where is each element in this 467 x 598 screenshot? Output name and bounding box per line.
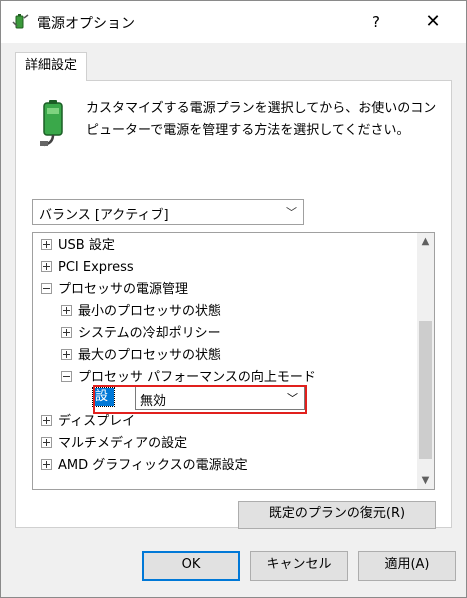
tree-item-pci-express[interactable]: PCI Express: [41, 257, 134, 279]
tree-item-amd-graphics[interactable]: AMD グラフィックスの電源設定: [41, 455, 248, 477]
scrollbar-thumb[interactable]: [419, 321, 432, 459]
tree-item-display[interactable]: ディスプレイ: [41, 411, 135, 433]
cancel-button[interactable]: キャンセル: [250, 551, 348, 581]
tree-item-label: システムの冷却ポリシー: [78, 326, 221, 341]
setting-label: 設定:: [91, 387, 116, 422]
tree-item-label: 最大のプロセッサの状態: [78, 348, 222, 363]
tree-item-multimedia[interactable]: マルチメディアの設定: [41, 433, 187, 455]
tree-item-label: PCI Express: [58, 260, 134, 275]
expand-icon[interactable]: [41, 261, 52, 272]
tree-item-processor-power[interactable]: プロセッサの電源管理: [41, 279, 188, 301]
description-text: カスタマイズする電源プランを選択してから、お使いのコンピューターで電源を管理する…: [86, 101, 437, 138]
expand-icon[interactable]: [41, 239, 52, 250]
tree-item-label: AMD グラフィックスの電源設定: [58, 458, 248, 473]
tree-item-cooling-policy[interactable]: システムの冷却ポリシー: [61, 323, 221, 345]
restore-defaults-button[interactable]: 既定のプランの復元(R): [238, 501, 436, 529]
tree-item-label: USB 設定: [58, 238, 115, 253]
chevron-down-icon: ﹀: [286, 206, 297, 219]
tree-item-usb[interactable]: USB 設定: [41, 235, 115, 257]
tree-item-max-processor-state[interactable]: 最大のプロセッサの状態: [61, 345, 221, 367]
collapse-icon[interactable]: [41, 283, 52, 294]
expand-icon[interactable]: [41, 437, 52, 448]
power-options-window: 電源オプション ? ✕ 詳細設定 カスタマイズする電源プランを選択してから、お使…: [0, 0, 467, 598]
power-plan-dropdown[interactable]: バランス [アクティブ] ﹀: [32, 199, 304, 225]
tree-item-label: 最小のプロセッサの状態: [78, 304, 222, 319]
boost-mode-value: 無効: [140, 394, 167, 409]
boost-mode-dropdown[interactable]: 無効 ﹀: [135, 386, 305, 410]
apply-button[interactable]: 適用(A): [358, 551, 456, 581]
power-plan-value: バランス [アクティブ]: [39, 208, 169, 223]
expand-icon[interactable]: [61, 305, 72, 316]
expand-icon[interactable]: [41, 415, 52, 426]
tree-item-label: ディスプレイ: [58, 414, 136, 429]
advanced-settings-panel: カスタマイズする電源プランを選択してから、お使いのコンピューターで電源を管理する…: [15, 80, 452, 529]
power-options-app-icon: [12, 14, 29, 29]
tree-scrollbar[interactable]: ▲ ▼: [417, 233, 434, 489]
expand-icon[interactable]: [61, 327, 72, 338]
chevron-down-icon: ﹀: [287, 392, 298, 405]
tree-item-min-processor-state[interactable]: 最小のプロセッサの状態: [61, 301, 221, 323]
tree-item-label: プロセッサの電源管理: [58, 282, 189, 297]
close-button[interactable]: ✕: [413, 7, 453, 37]
settings-tree[interactable]: USB 設定 PCI Express プロセッサの電源管理 最小のプロセッサの状…: [32, 232, 435, 490]
expand-icon[interactable]: [41, 459, 52, 470]
window-title: 電源オプション: [37, 16, 135, 32]
tab-advanced-settings[interactable]: 詳細設定: [15, 52, 87, 81]
ok-button[interactable]: OK: [142, 551, 240, 581]
help-button[interactable]: ?: [358, 7, 394, 37]
title-bar: 電源オプション ? ✕: [1, 1, 466, 43]
expand-icon[interactable]: [61, 349, 72, 360]
scroll-up-icon[interactable]: ▲: [417, 233, 434, 250]
scroll-down-icon[interactable]: ▼: [417, 472, 434, 489]
collapse-icon[interactable]: [61, 371, 72, 382]
battery-plug-icon: [40, 100, 63, 147]
tree-item-label: プロセッサ パフォーマンスの向上モード: [78, 370, 316, 385]
tree-item-label: マルチメディアの設定: [58, 436, 188, 451]
